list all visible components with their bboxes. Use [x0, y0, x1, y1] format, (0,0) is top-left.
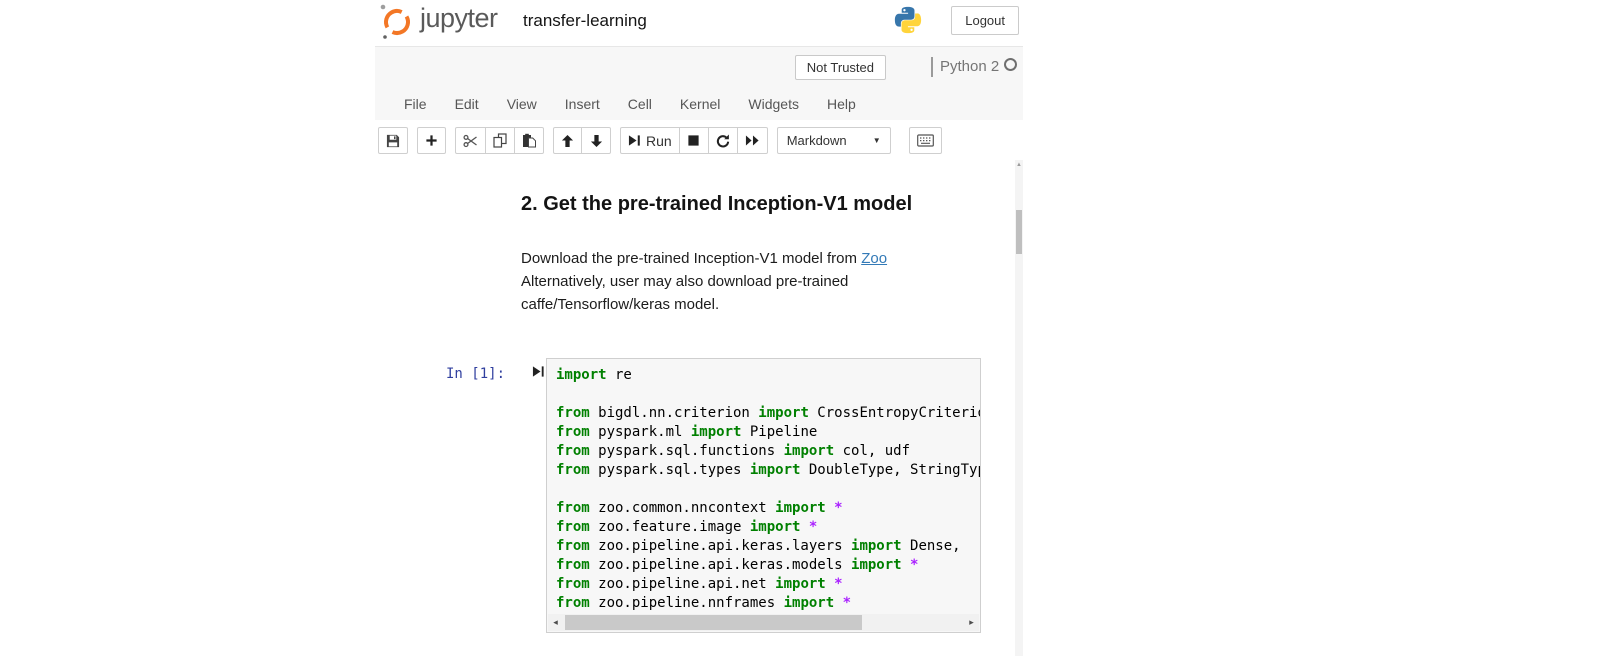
menubar: File Edit View Insert Cell Kernel Widget… [375, 87, 1023, 120]
fast-forward-icon [745, 134, 760, 147]
jupyter-wordmark: jupyter [420, 3, 498, 34]
cut-button[interactable] [455, 127, 486, 154]
run-button-label: Run [646, 133, 672, 149]
code-editor[interactable]: import re from bigdl.nn.criterion import… [546, 358, 981, 633]
run-cell-marker-icon [532, 365, 545, 378]
save-button[interactable] [378, 127, 408, 154]
copy-button[interactable] [486, 127, 515, 154]
kernel-name: Python 2 [940, 58, 999, 75]
move-cell-down-button[interactable] [582, 127, 611, 154]
status-row: Not Trusted Python 2 [375, 47, 1023, 87]
cell-type-select[interactable]: Markdown ▼ [777, 127, 891, 154]
app-window: jupyter transfer-learning Logout Not Tru… [375, 0, 1023, 656]
save-icon [386, 134, 400, 148]
main-toolbar: Run Markdown ▼ [375, 120, 1023, 161]
code-cell: In [1]: import re from bigdl.nn.criterio… [375, 358, 1023, 638]
menu-item-help[interactable]: Help [813, 96, 870, 112]
interrupt-kernel-button[interactable] [680, 127, 709, 154]
restart-icon [716, 134, 730, 148]
paragraph-text-before: Download the pre-trained Inception-V1 mo… [521, 250, 861, 267]
notebook-container: 2. Get the pre-trained Inception-V1 mode… [375, 160, 1023, 656]
stop-icon [687, 134, 700, 147]
command-palette-button[interactable] [909, 127, 942, 154]
menu-item-widgets[interactable]: Widgets [734, 96, 813, 112]
scissors-icon [463, 134, 478, 148]
insert-cell-button[interactable] [417, 127, 446, 154]
arrow-down-icon [590, 134, 603, 148]
horizontal-scroll-thumb[interactable] [565, 615, 862, 630]
scroll-up-icon[interactable]: ▲ [1015, 162, 1023, 168]
menu-item-view[interactable]: View [493, 96, 551, 112]
menu-item-insert[interactable]: Insert [551, 96, 614, 112]
horizontal-scrollbar[interactable]: ◂ ▸ [548, 614, 979, 631]
logout-button[interactable]: Logout [951, 6, 1019, 35]
kernel-divider [931, 57, 933, 77]
jupyter-logo-icon [377, 0, 417, 42]
restart-kernel-button[interactable] [709, 127, 738, 154]
zoo-link[interactable]: Zoo [861, 250, 887, 267]
run-icon [628, 134, 641, 147]
menu-item-file[interactable]: File [390, 96, 441, 112]
notebook-title[interactable]: transfer-learning [523, 11, 647, 31]
arrow-up-icon [561, 134, 574, 148]
python-logo-icon [893, 5, 923, 35]
not-trusted-button[interactable]: Not Trusted [795, 55, 886, 80]
paragraph-text-after: Alternatively, user may also download pr… [521, 273, 848, 313]
notebook-header: jupyter transfer-learning Logout [375, 0, 1023, 46]
markdown-heading: 2. Get the pre-trained Inception-V1 mode… [521, 194, 913, 215]
plus-icon [425, 134, 438, 147]
copy-icon [493, 133, 507, 148]
run-all-button[interactable] [738, 127, 768, 154]
horizontal-scroll-track[interactable] [563, 614, 964, 631]
menu-item-cell[interactable]: Cell [614, 96, 666, 112]
jupyter-logo[interactable]: jupyter [377, 0, 498, 42]
scroll-left-icon[interactable]: ◂ [548, 614, 563, 631]
markdown-cell[interactable]: 2. Get the pre-trained Inception-V1 mode… [521, 194, 913, 316]
vertical-scroll-thumb[interactable] [1016, 210, 1022, 254]
paste-button[interactable] [515, 127, 544, 154]
vertical-scrollbar[interactable]: ▲ [1015, 160, 1023, 656]
run-button[interactable]: Run [620, 127, 680, 154]
move-cell-up-button[interactable] [553, 127, 582, 154]
code-lines: import re from bigdl.nn.criterion import… [556, 366, 980, 613]
kernel-idle-circle-icon [1004, 58, 1017, 71]
scroll-right-icon[interactable]: ▸ [964, 614, 979, 631]
cell-type-selected: Markdown [787, 133, 847, 148]
paste-icon [522, 133, 536, 148]
markdown-paragraph: Download the pre-trained Inception-V1 mo… [521, 247, 913, 316]
chevron-down-icon: ▼ [873, 136, 881, 145]
input-prompt: In [1]: [446, 366, 505, 382]
menu-item-edit[interactable]: Edit [441, 96, 493, 112]
menubar-container: Not Trusted Python 2 File Edit View Inse… [375, 46, 1023, 120]
menu-item-kernel[interactable]: Kernel [666, 96, 734, 112]
keyboard-icon [917, 134, 934, 147]
